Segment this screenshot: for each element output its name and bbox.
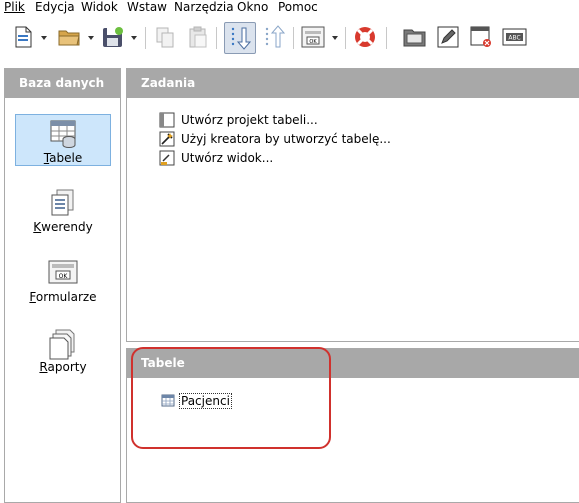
database-panel: Baza danych Tabele Kwerendy OK Formularz… <box>4 68 121 503</box>
nav-item-reports[interactable]: Raporty <box>15 324 111 376</box>
sort-descending-button[interactable] <box>224 22 256 54</box>
sort-ascending-icon <box>265 25 286 48</box>
open-database-object-icon <box>403 29 426 47</box>
delete-icon <box>470 26 491 47</box>
nav-item-queries[interactable]: Kwerendy <box>15 184 111 236</box>
rename-icon: ABC <box>502 28 527 46</box>
tables-icon <box>50 120 76 149</box>
chevron-down-icon <box>88 36 94 40</box>
paste-button[interactable] <box>187 23 213 53</box>
menu-insert[interactable]: Wstaw <box>127 0 167 14</box>
queries-icon <box>51 189 74 216</box>
open-folder-icon <box>58 30 80 46</box>
paste-icon <box>189 26 207 48</box>
tables-panel-title: Tabele <box>127 349 579 378</box>
edit-icon <box>437 26 459 48</box>
menu-window[interactable]: Okno <box>237 0 268 14</box>
save-button[interactable] <box>101 23 127 53</box>
open-object-button[interactable] <box>402 23 428 53</box>
form-dropdown-arrow[interactable] <box>331 32 339 42</box>
save-icon <box>103 27 123 47</box>
form-design-button[interactable]: OK <box>300 23 326 53</box>
wizard-icon <box>159 131 175 147</box>
toolbar-separator <box>386 27 387 49</box>
toolbar-separator <box>293 27 294 49</box>
sort-descending-icon <box>231 27 252 50</box>
copy-button[interactable] <box>154 23 180 53</box>
new-document-icon <box>15 26 32 48</box>
svg-text:OK: OK <box>59 273 69 280</box>
tables-panel: Tabele Pacjenci <box>126 348 579 503</box>
svg-text:ABC: ABC <box>508 35 520 42</box>
database-panel-title: Baza danych <box>5 69 120 98</box>
chevron-down-icon <box>41 36 47 40</box>
chevron-down-icon <box>332 36 338 40</box>
form-design-icon: OK <box>301 26 325 48</box>
forms-icon: OK <box>48 260 78 284</box>
menu-tools[interactable]: Narzędzia <box>174 0 234 14</box>
nav-item-forms[interactable]: OK Formularze <box>15 254 111 306</box>
new-dropdown-arrow[interactable] <box>40 32 48 42</box>
view-icon <box>159 150 175 166</box>
tasks-panel-title: Zadania <box>127 69 579 98</box>
delete-button[interactable] <box>469 23 495 53</box>
nav-label-reports: Raporty <box>39 360 87 374</box>
rename-button[interactable]: ABC <box>501 23 529 53</box>
svg-text:OK: OK <box>309 39 317 45</box>
help-lifebuoy-icon <box>355 27 375 47</box>
table-name: Pacjenci <box>179 393 232 409</box>
open-button[interactable] <box>57 23 83 53</box>
save-dropdown-arrow[interactable] <box>130 32 138 42</box>
copy-icon <box>156 27 174 48</box>
sort-ascending-button[interactable] <box>262 23 288 53</box>
help-button[interactable] <box>353 23 379 53</box>
nav-item-tables[interactable]: Tabele <box>15 114 111 166</box>
menu-file[interactable]: Plik <box>4 0 25 14</box>
reports-icon <box>49 329 75 360</box>
nav-label-queries: Kwerendy <box>33 220 93 234</box>
toolbar-separator <box>145 27 146 49</box>
tasks-panel: Zadania Utwórz projekt tabeli... Użyj kr… <box>126 68 579 342</box>
nav-label-tables: Tabele <box>43 151 83 165</box>
menu-view[interactable]: Widok <box>81 0 118 14</box>
table-design-icon <box>159 112 175 128</box>
menu-edit[interactable]: Edycja <box>35 0 75 14</box>
chevron-down-icon <box>131 36 137 40</box>
toolbar-separator <box>345 27 346 49</box>
menu-bar: Plik Edycja Widok Wstaw Narzędzia Okno P… <box>0 0 579 16</box>
new-document-button[interactable] <box>12 23 38 53</box>
toolbar-separator <box>216 27 217 49</box>
open-dropdown-arrow[interactable] <box>87 32 95 42</box>
menu-help[interactable]: Pomoc <box>278 0 318 14</box>
table-icon <box>161 394 175 407</box>
toolbar: OK ABC <box>0 18 579 60</box>
nav-label-forms: Formularze <box>29 290 97 304</box>
edit-button[interactable] <box>436 23 462 53</box>
